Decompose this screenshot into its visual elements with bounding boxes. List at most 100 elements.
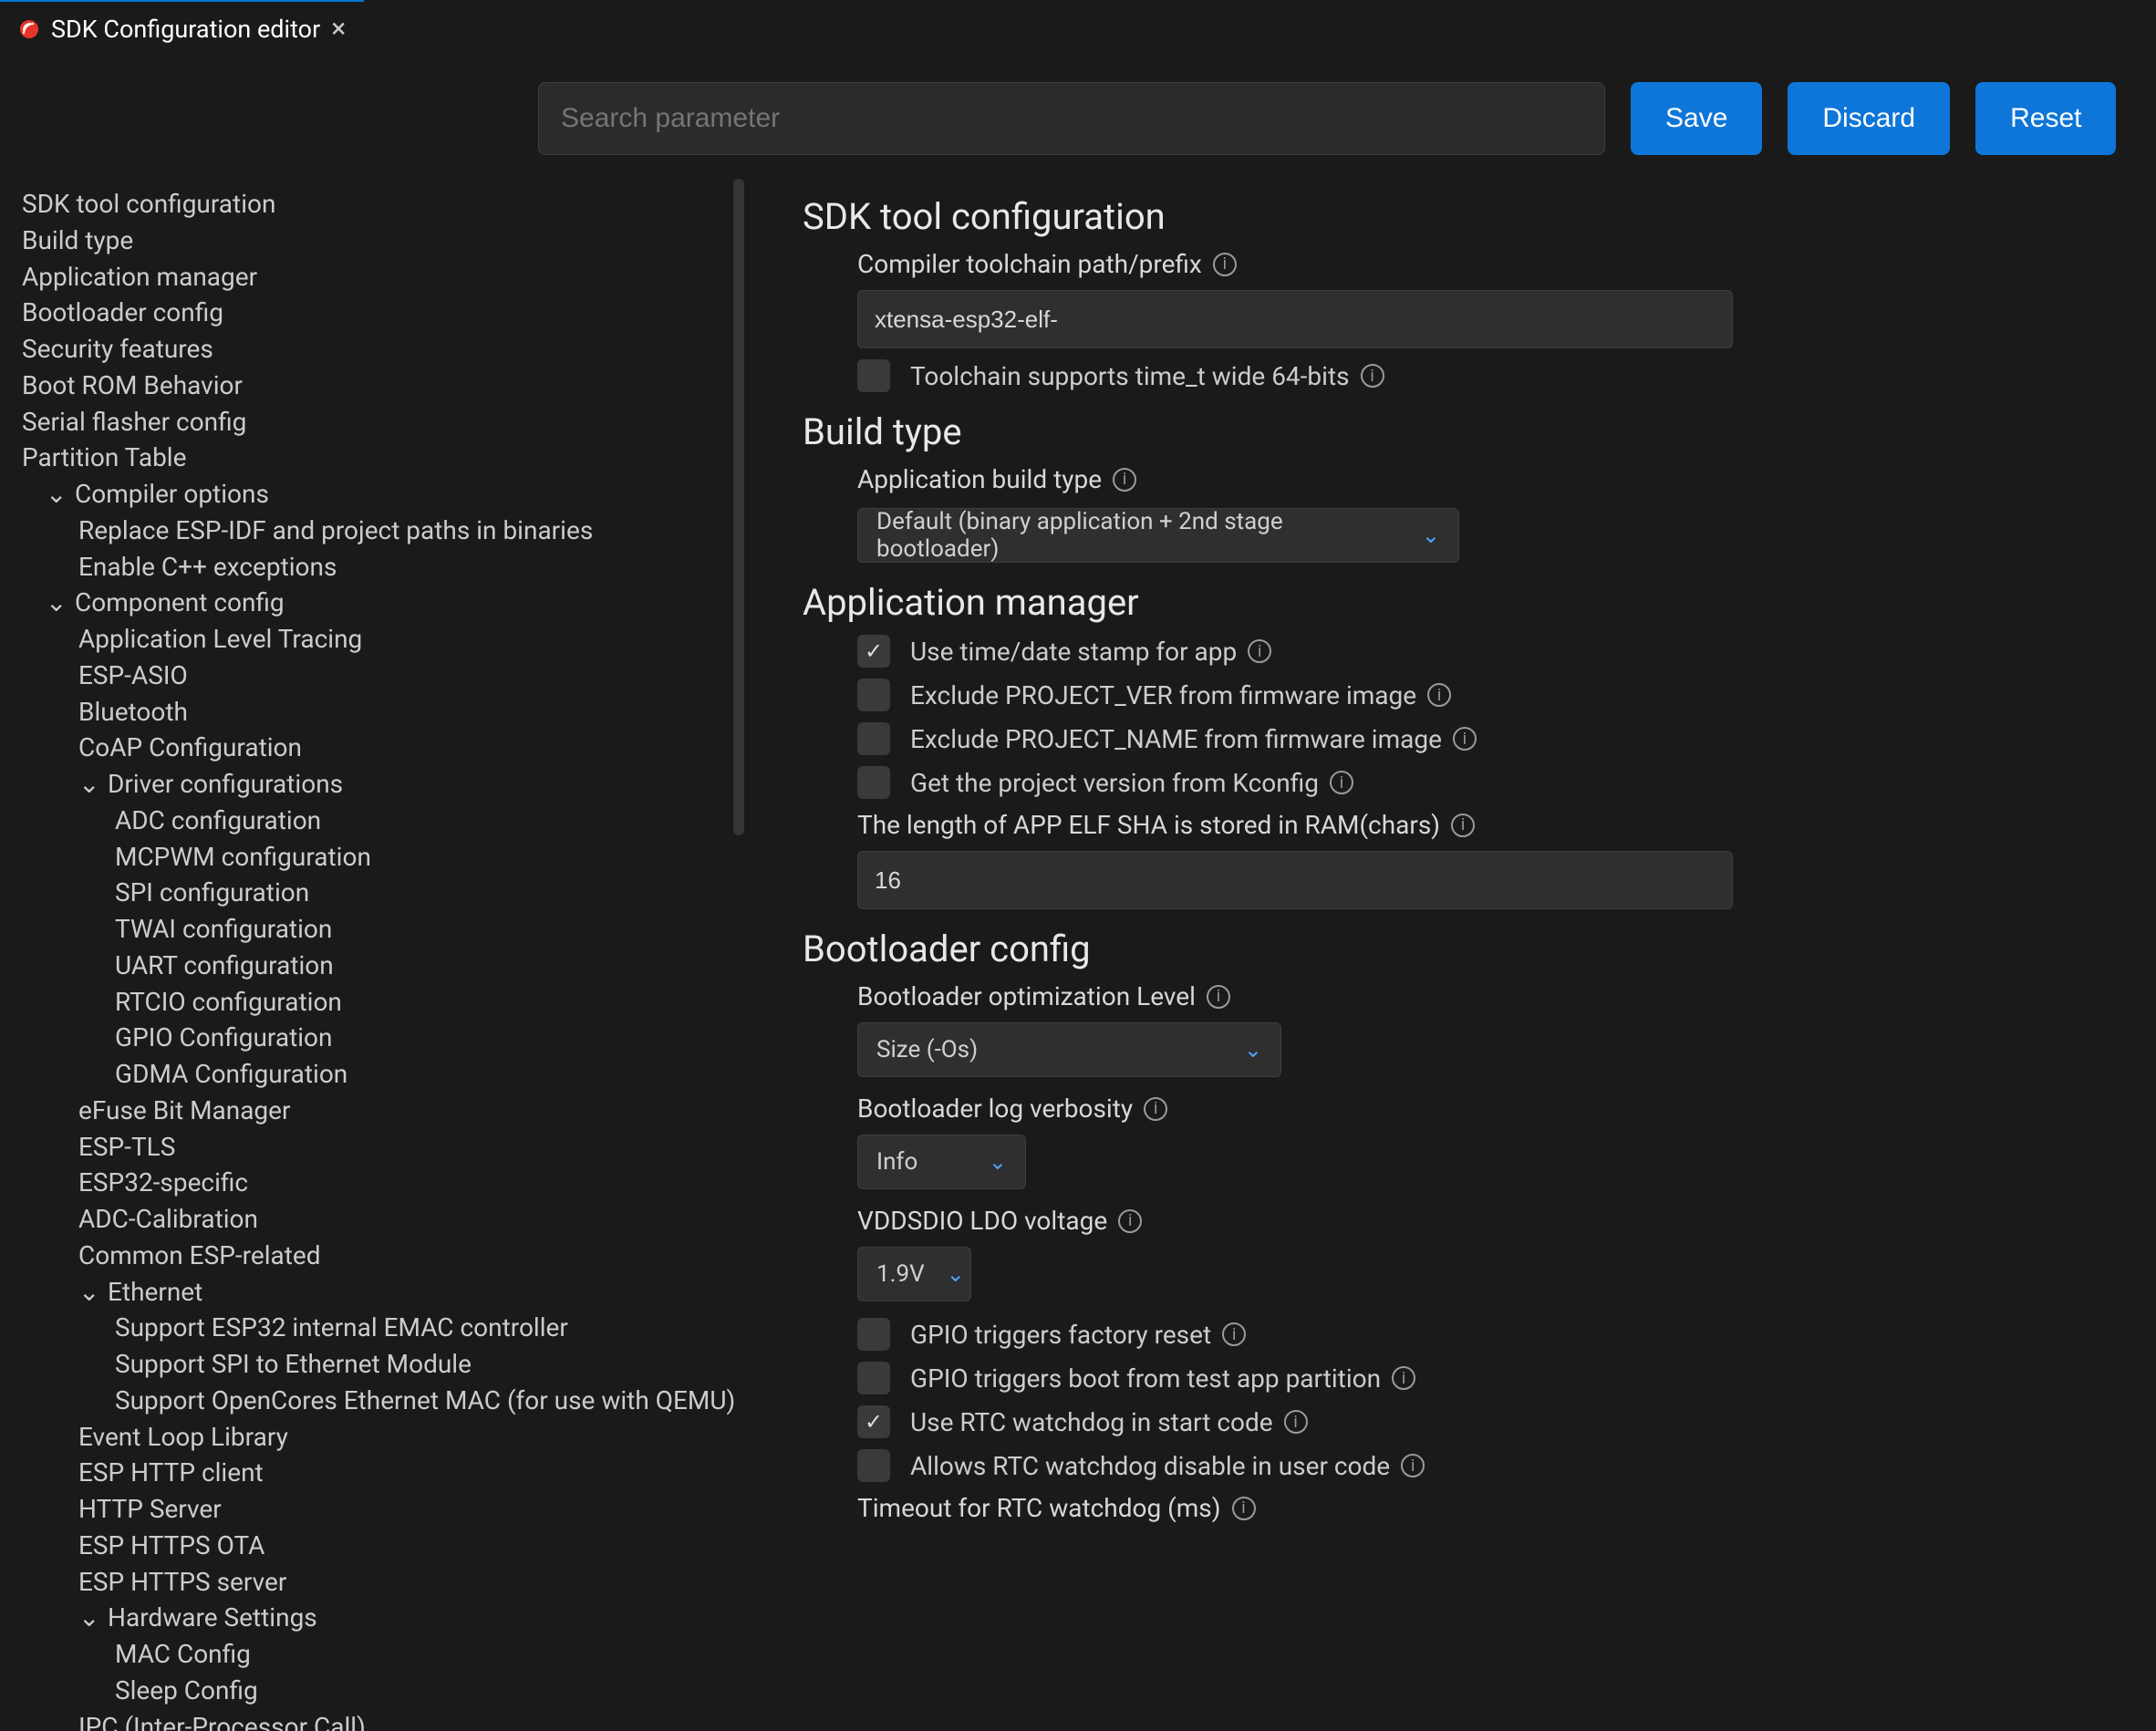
sidebar-item-label: Component config — [75, 585, 285, 621]
sidebar-expand-item[interactable]: ⌄ Driver configurations — [20, 766, 735, 803]
scrollbar[interactable] — [733, 179, 744, 835]
info-icon[interactable]: i — [1453, 727, 1477, 751]
sidebar-item[interactable]: GPIO Configuration — [20, 1020, 735, 1056]
tab-sdk-config-editor[interactable]: SDK Configuration editor × — [0, 0, 364, 56]
checkbox-gpio-test-app[interactable] — [857, 1362, 890, 1394]
label-boot-opt-level: Bootloader optimization Level i — [857, 981, 2101, 1011]
sidebar-item[interactable]: Build type — [20, 223, 735, 259]
sidebar-item[interactable]: TWAI configuration — [20, 911, 735, 948]
checkbox-rtc-watchdog[interactable]: ✓ — [857, 1405, 890, 1438]
sidebar-item[interactable]: ESP-TLS — [20, 1129, 735, 1166]
sidebar-item[interactable]: ESP32-specific — [20, 1165, 735, 1201]
info-icon[interactable]: i — [1222, 1322, 1246, 1346]
sidebar-item[interactable]: Replace ESP-IDF and project paths in bin… — [20, 513, 735, 549]
discard-button[interactable]: Discard — [1788, 82, 1950, 155]
section-build-type: Build type — [803, 410, 2101, 453]
sidebar-item[interactable]: Support SPI to Ethernet Module — [20, 1346, 735, 1383]
info-icon[interactable]: i — [1213, 253, 1237, 276]
label-gpio-test-app: GPIO triggers boot from test app partiti… — [910, 1363, 1415, 1394]
chevron-down-icon: ⌄ — [1422, 523, 1440, 548]
sidebar-item[interactable]: MAC Config — [20, 1636, 735, 1673]
sidebar-expand-item[interactable]: ⌄Component config — [20, 585, 735, 621]
sidebar-item[interactable]: eFuse Bit Manager — [20, 1093, 735, 1129]
select-boot-opt-level[interactable]: Size (-Os) ⌄ — [857, 1022, 1281, 1077]
sidebar-item[interactable]: ESP HTTPS server — [20, 1564, 735, 1601]
info-icon[interactable]: i — [1330, 771, 1353, 794]
sidebar-item[interactable]: HTTP Server — [20, 1491, 735, 1528]
sidebar-item[interactable]: MCPWM configuration — [20, 839, 735, 876]
sidebar-item[interactable]: Enable C++ exceptions — [20, 549, 735, 586]
info-icon[interactable]: i — [1248, 639, 1271, 663]
info-icon[interactable]: i — [1144, 1097, 1167, 1121]
checkbox-rtc-wd-disable[interactable] — [857, 1449, 890, 1482]
info-icon[interactable]: i — [1361, 364, 1384, 388]
close-icon[interactable]: × — [331, 16, 346, 43]
label-sha-length: The length of APP ELF SHA is stored in R… — [857, 810, 2101, 840]
input-sha-length[interactable] — [857, 851, 1733, 909]
sidebar-expand-item[interactable]: ⌄Ethernet — [20, 1274, 735, 1311]
sidebar-item[interactable]: ESP HTTPS OTA — [20, 1528, 735, 1564]
sidebar-item[interactable]: Sleep Config — [20, 1673, 735, 1709]
section-application-manager: Application manager — [803, 581, 2101, 624]
sidebar-item[interactable]: Partition Table — [20, 440, 735, 476]
sidebar-item[interactable]: Support OpenCores Ethernet MAC (for use … — [20, 1383, 735, 1419]
label-toolchain-prefix: Compiler toolchain path/prefix i — [857, 249, 2101, 279]
info-icon[interactable]: i — [1392, 1366, 1415, 1390]
sidebar-item[interactable]: Boot ROM Behavior — [20, 368, 735, 404]
checkbox-use-time-stamp[interactable]: ✓ — [857, 635, 890, 668]
label-boot-log-verbosity: Bootloader log verbosity i — [857, 1094, 2101, 1124]
sidebar-expand-item[interactable]: ⌄Hardware Settings — [20, 1600, 735, 1636]
info-icon[interactable]: i — [1113, 468, 1136, 492]
reset-button[interactable]: Reset — [1975, 82, 2116, 155]
info-icon[interactable]: i — [1284, 1410, 1308, 1434]
info-icon[interactable]: i — [1232, 1497, 1256, 1520]
info-icon[interactable]: i — [1427, 683, 1451, 707]
sidebar-item[interactable]: ESP-ASIO — [20, 658, 735, 694]
chevron-down-icon: ⌄ — [78, 766, 98, 803]
sidebar-item[interactable]: Serial flasher config — [20, 404, 735, 441]
sidebar-item[interactable]: SDK tool configuration — [20, 186, 735, 223]
sidebar-item[interactable]: UART configuration — [20, 948, 735, 984]
sidebar-item[interactable]: CoAP Configuration — [20, 730, 735, 766]
tab-bar: SDK Configuration editor × — [0, 0, 2156, 57]
sidebar-item[interactable]: ADC configuration — [20, 803, 735, 839]
label-excl-project-ver: Exclude PROJECT_VER from firmware image … — [910, 680, 1451, 710]
info-icon[interactable]: i — [1118, 1209, 1142, 1233]
search-input[interactable] — [538, 82, 1605, 155]
select-app-build-type[interactable]: Default (binary application + 2nd stage … — [857, 508, 1459, 563]
save-button[interactable]: Save — [1631, 82, 1762, 155]
sidebar-item[interactable]: Application manager — [20, 259, 735, 295]
checkbox-excl-project-ver[interactable] — [857, 679, 890, 711]
select-boot-log-verbosity[interactable]: Info ⌄ — [857, 1135, 1026, 1189]
sidebar-item[interactable]: ADC-Calibration — [20, 1201, 735, 1238]
sidebar-item[interactable]: Bootloader config — [20, 295, 735, 331]
label-rtc-wd-disable: Allows RTC watchdog disable in user code… — [910, 1451, 1425, 1481]
sidebar-item[interactable]: SPI configuration — [20, 875, 735, 911]
sidebar-item[interactable]: Application Level Tracing — [20, 621, 735, 658]
sidebar-item[interactable]: IPC (Inter-Processor Call) — [20, 1709, 735, 1731]
sidebar-item-label: Hardware Settings — [108, 1600, 317, 1636]
info-icon[interactable]: i — [1451, 814, 1475, 837]
chevron-down-icon: ⌄ — [947, 1261, 965, 1287]
sidebar-item[interactable]: GDMA Configuration — [20, 1056, 735, 1093]
checkbox-version-kconfig[interactable] — [857, 766, 890, 799]
sidebar-item[interactable]: Bluetooth — [20, 694, 735, 731]
info-icon[interactable]: i — [1207, 985, 1230, 1009]
content-pane[interactable]: SDK tool configuration Compiler toolchai… — [748, 171, 2156, 1731]
checkbox-time-t-64[interactable] — [857, 359, 890, 392]
sidebar[interactable]: SDK tool configurationBuild typeApplicat… — [0, 171, 748, 1731]
sidebar-item[interactable]: Common ESP-related — [20, 1238, 735, 1274]
sidebar-item[interactable]: Event Loop Library — [20, 1419, 735, 1456]
sidebar-item[interactable]: Security features — [20, 331, 735, 368]
sidebar-item[interactable]: Support ESP32 internal EMAC controller — [20, 1310, 735, 1346]
input-toolchain-prefix[interactable] — [857, 290, 1733, 348]
checkbox-excl-project-name[interactable] — [857, 722, 890, 755]
info-icon[interactable]: i — [1401, 1454, 1425, 1477]
checkbox-gpio-factory-reset[interactable] — [857, 1318, 890, 1351]
sidebar-item-label: Driver configurations — [108, 766, 343, 803]
sidebar-item[interactable]: ESP HTTP client — [20, 1455, 735, 1491]
label-ldo-voltage: VDDSDIO LDO voltage i — [857, 1206, 2101, 1236]
sidebar-expand-item[interactable]: ⌄Compiler options — [20, 476, 735, 513]
select-ldo-voltage[interactable]: 1.9V ⌄ — [857, 1247, 971, 1301]
sidebar-item[interactable]: RTCIO configuration — [20, 984, 735, 1021]
